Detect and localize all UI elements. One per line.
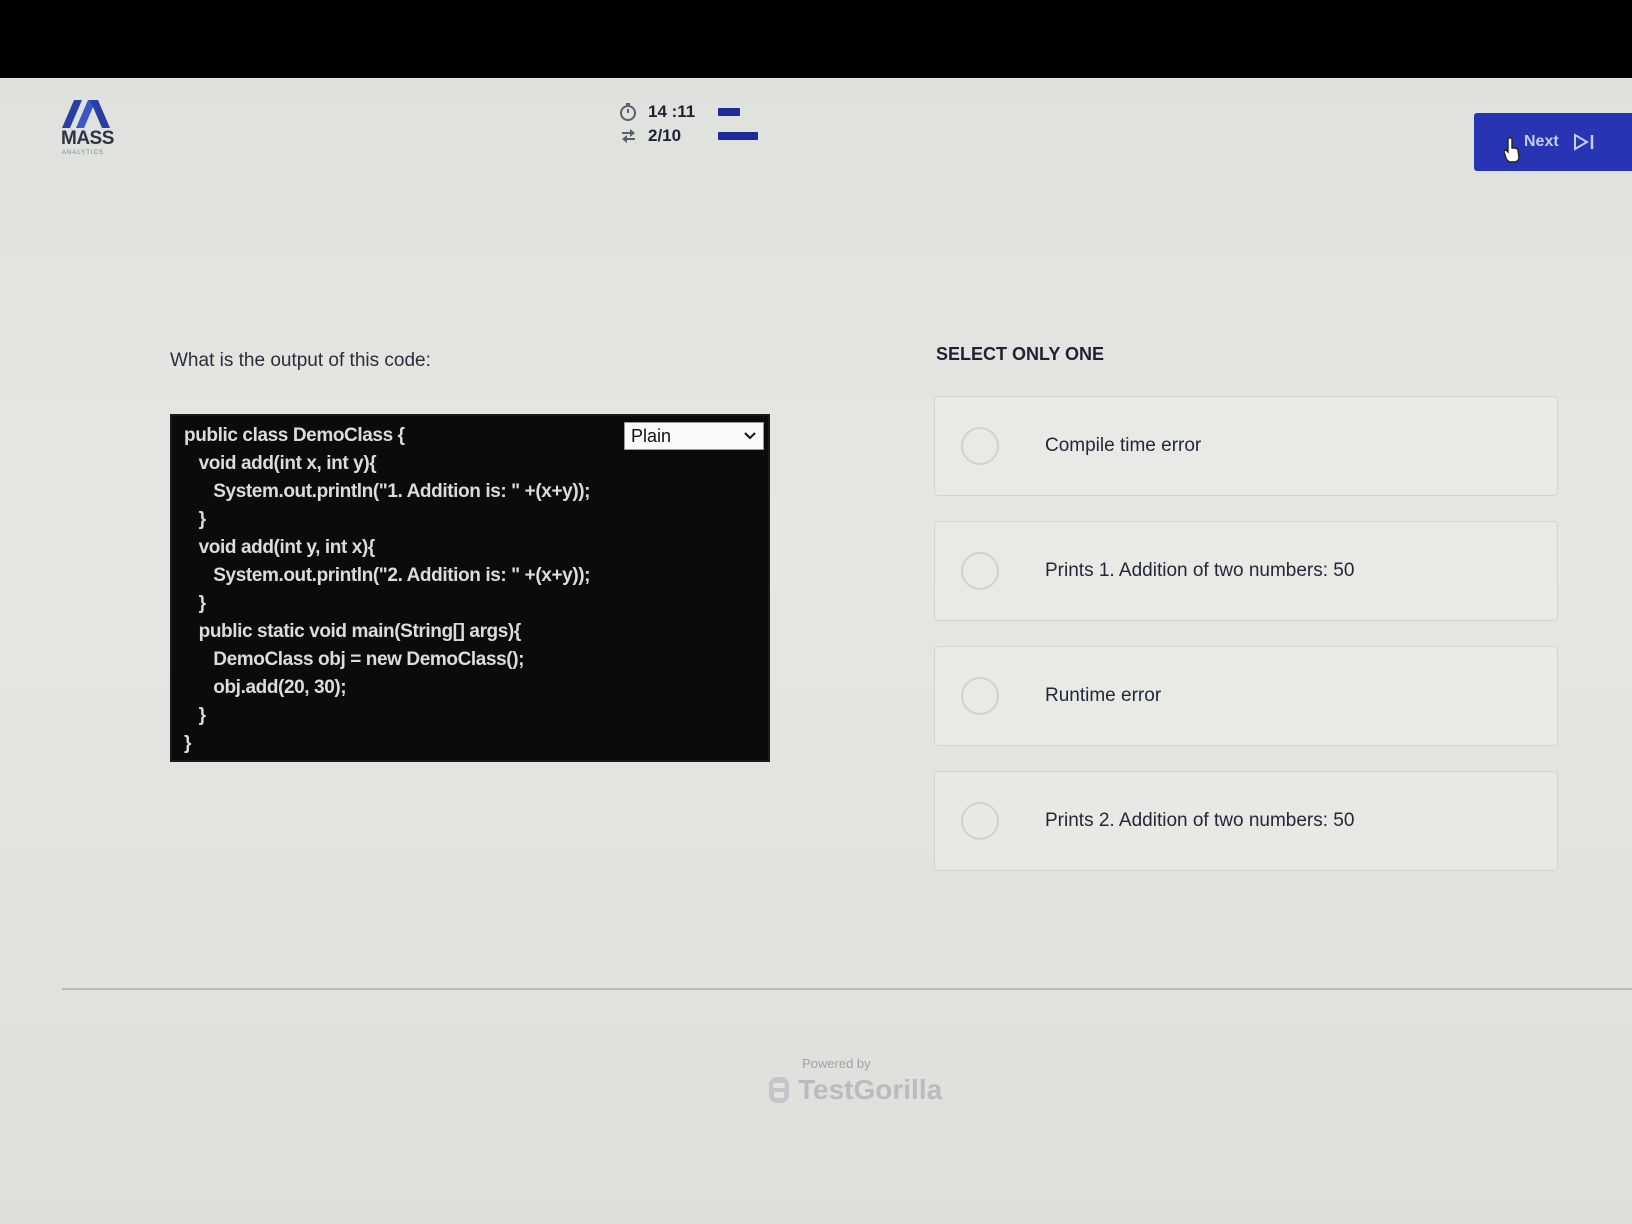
answer-option-3[interactable]: Runtime error — [934, 646, 1558, 746]
radio-button[interactable] — [961, 427, 999, 465]
code-line: public static void main(String[] args){ — [184, 621, 522, 642]
timer-text: 14 :11 — [648, 102, 696, 121]
answer-option-1[interactable]: Compile time error — [934, 396, 1558, 496]
brand-name: TestGorilla — [798, 1074, 943, 1105]
code-line: System.out.println("1. Addition is: " +(… — [184, 481, 591, 502]
powered-by-text: Powered by — [802, 1056, 871, 1071]
answer-option-2[interactable]: Prints 1. Addition of two numbers: 50 — [934, 521, 1558, 621]
logo-subtext: ANALYTICS — [62, 150, 104, 156]
footer-divider — [62, 988, 1632, 990]
logo-text: MASS — [61, 128, 114, 149]
code-line: void add(int y, int x){ — [184, 537, 376, 558]
code-snippet: public class DemoClass { void add(int x,… — [170, 414, 770, 762]
code-line: void add(int x, int y){ — [184, 453, 377, 474]
questions-icon — [622, 129, 635, 143]
code-line: } — [184, 705, 206, 726]
next-button-label: Next — [1524, 133, 1559, 150]
code-line: DemoClass obj = new DemoClass(); — [184, 649, 525, 670]
answer-option-label: Runtime error — [1045, 685, 1162, 706]
radio-button[interactable] — [961, 552, 999, 590]
code-lines: public class DemoClass { void add(int x,… — [184, 422, 756, 758]
language-select[interactable]: Plain — [624, 422, 764, 450]
chevron-down-icon — [744, 432, 756, 440]
progress-row: 2/10 — [618, 124, 758, 148]
code-line: obj.add(20, 30); — [184, 677, 347, 698]
progress-text: 2/10 — [648, 126, 682, 145]
progress-bar — [718, 132, 758, 140]
language-select-value: Plain — [631, 425, 672, 446]
answer-option-4[interactable]: Prints 2. Addition of two numbers: 50 — [934, 771, 1558, 871]
question-prompt: What is the output of this code: — [170, 350, 431, 371]
skip-next-icon — [1573, 133, 1593, 151]
radio-button[interactable] — [961, 802, 999, 840]
answer-option-label: Prints 2. Addition of two numbers: 50 — [1045, 810, 1355, 831]
code-line: } — [184, 509, 206, 530]
powered-by-brand: TestGorilla — [766, 1073, 966, 1107]
gorilla-logo-icon — [769, 1077, 789, 1103]
answer-option-label: Compile time error — [1045, 435, 1202, 456]
code-line: } — [184, 593, 206, 614]
radio-button[interactable] — [961, 677, 999, 715]
timer-row: 14 :11 — [618, 100, 758, 124]
hand-cursor-icon — [1503, 136, 1520, 163]
next-button[interactable]: Next — [1474, 113, 1632, 171]
app-screen: MASS ANALYTICS 14 :11 2/10 Next What is … — [0, 78, 1632, 1224]
test-status: 14 :11 2/10 — [618, 100, 758, 148]
code-line: System.out.println("2. Addition is: " +(… — [184, 565, 591, 586]
code-line: } — [184, 733, 191, 754]
stopwatch-icon — [620, 103, 636, 121]
answer-option-label: Prints 1. Addition of two numbers: 50 — [1045, 560, 1355, 581]
powered-by: Powered by TestGorilla — [766, 1056, 966, 1107]
timer-bar — [718, 108, 740, 116]
answer-instruction: SELECT ONLY ONE — [936, 344, 1105, 364]
